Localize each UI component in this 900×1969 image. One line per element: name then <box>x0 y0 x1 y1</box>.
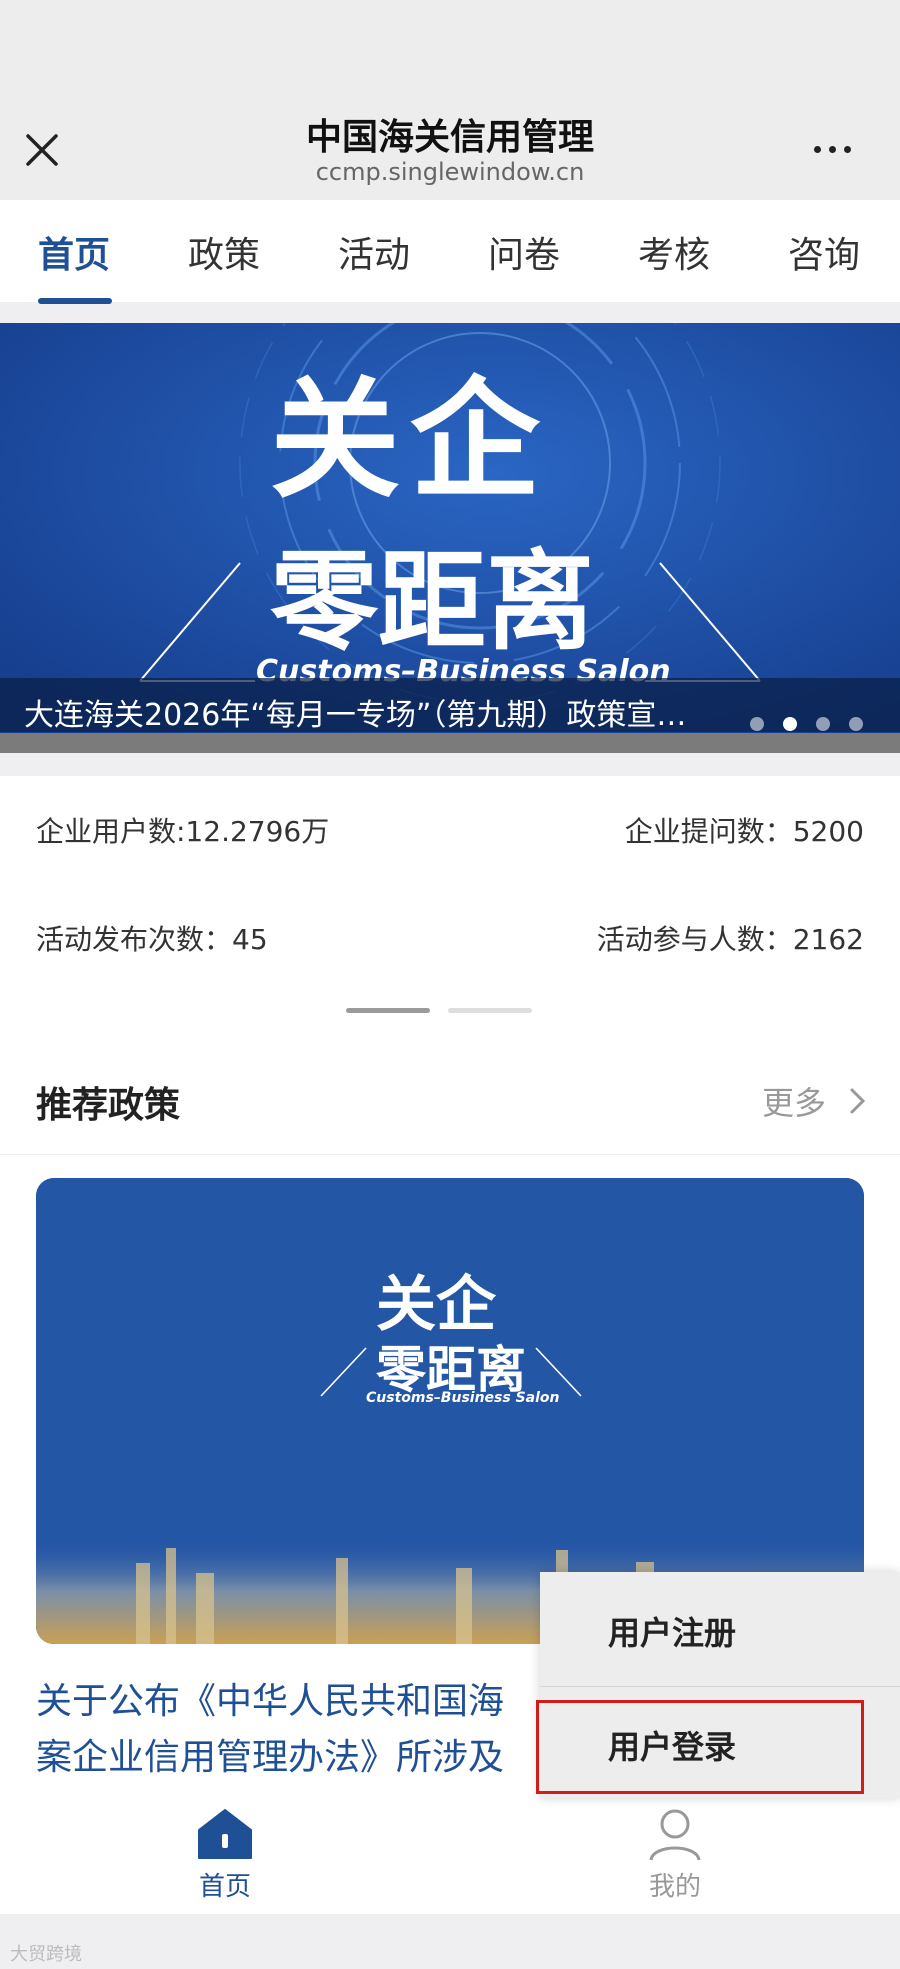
home-icon <box>198 1809 252 1859</box>
banner-headline-top: 关企 <box>270 363 551 516</box>
tab-assessment[interactable]: 考核 <box>638 226 710 278</box>
nav-mine[interactable]: 我的 <box>630 1806 720 1903</box>
user-icon <box>649 1809 701 1861</box>
section-title: 推荐政策 <box>36 1085 181 1126</box>
tab-bar: 首页 政策 活动 问卷 考核 咨询 <box>0 200 900 302</box>
tab-consult[interactable]: 咨询 <box>788 226 860 278</box>
stats-page-indicator-active[interactable] <box>346 1008 430 1013</box>
stat-enterprise-questions: 企业提问数：5200 <box>624 815 864 848</box>
carousel-dot[interactable] <box>816 717 830 731</box>
tab-home[interactable]: 首页 <box>38 226 110 278</box>
carousel-dot-active[interactable] <box>783 717 797 731</box>
stats-page-indicator[interactable] <box>448 1008 532 1013</box>
nav-home[interactable]: 首页 <box>180 1806 270 1903</box>
banner-headline-main: 零距离 <box>270 540 595 665</box>
page-domain: ccmp.singlewindow.cn <box>315 158 585 186</box>
active-tab-indicator <box>38 298 112 304</box>
nav-mine-label: 我的 <box>648 1872 701 1902</box>
more-link[interactable]: 更多 <box>762 1078 826 1124</box>
popup-divider <box>540 1686 900 1687</box>
nav-home-label: 首页 <box>198 1872 251 1902</box>
highlight-box <box>536 1700 864 1794</box>
chevron-right-icon[interactable] <box>848 1086 868 1120</box>
carousel-dot[interactable] <box>849 717 863 731</box>
banner-bottom-strip <box>0 733 900 753</box>
more-options-icon[interactable] <box>810 128 870 172</box>
watermark-text: 大贸跨境 <box>10 1944 82 1965</box>
register-label: 用户注册 <box>608 1614 737 1652</box>
bottom-strip <box>0 1914 900 1969</box>
card-subtitle: Customs–Business Salon <box>366 1390 560 1406</box>
page-title: 中国海关信用管理 <box>305 117 594 158</box>
stat-enterprise-users: 企业用户数:12.2796万 <box>36 815 330 848</box>
carousel-dot[interactable] <box>750 717 764 731</box>
tab-policy[interactable]: 政策 <box>188 226 260 278</box>
tab-activity[interactable]: 活动 <box>338 226 410 278</box>
register-menu-item[interactable]: 用户注册 <box>540 1572 900 1684</box>
tab-questionnaire[interactable]: 问卷 <box>488 226 560 278</box>
stat-activities-published: 活动发布次数：45 <box>36 923 268 956</box>
bottom-nav: 首页 我的 <box>0 1800 900 1914</box>
banner-caption[interactable]: 大连海关2026年“每月一专场”（第九期）政策宣… <box>24 690 686 734</box>
stats-panel: 企业用户数:12.2796万 企业提问数：5200 活动发布次数：45 活动参与… <box>0 776 900 1034</box>
stat-activity-participants: 活动参与人数：2162 <box>596 923 864 956</box>
